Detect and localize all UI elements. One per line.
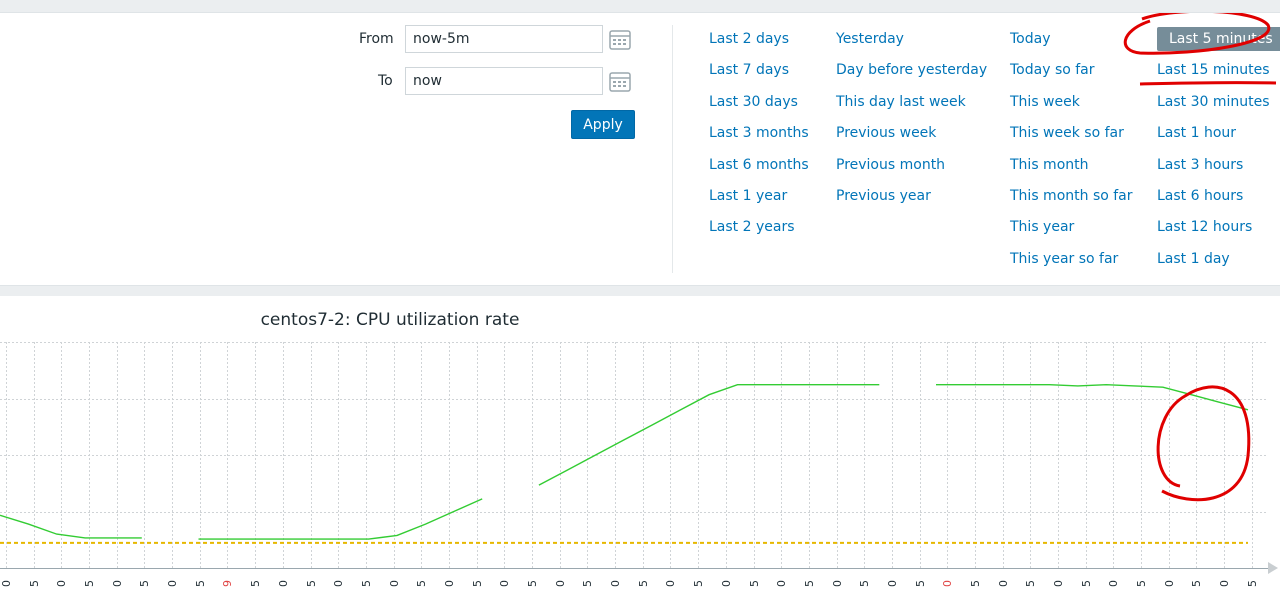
- x-tick-label: 0: [664, 580, 677, 587]
- cpu-utilization-graph: 0 5 0 5 0 5 0 5 9 5 0 5 0 5 0 5 0 5 0 5 0 5 0 5 0 5 0 5 0 5 0 5 0 5 0 5 0 5 0 5…: [0, 342, 1278, 587]
- x-tick-label: 0: [720, 580, 733, 587]
- x-tick-label: 0: [886, 580, 899, 587]
- quick-range-last-3-months[interactable]: Last 3 months: [709, 125, 809, 141]
- x-tick-label: 5: [1246, 580, 1259, 587]
- x-tick-label: 5: [637, 580, 650, 587]
- quick-range-last-2-years[interactable]: Last 2 years: [709, 219, 795, 235]
- x-tick-label: 5: [858, 580, 871, 587]
- x-tick-label: 0: [1052, 580, 1065, 587]
- x-tick-label: 5: [249, 580, 262, 587]
- quick-range-last-7-days[interactable]: Last 7 days: [709, 62, 789, 78]
- x-tick-label: 0: [1218, 580, 1231, 587]
- x-tick-label: 5: [969, 580, 982, 587]
- x-tick-label: 0: [609, 580, 622, 587]
- apply-button[interactable]: Apply: [571, 110, 635, 139]
- x-tick-label: 5: [194, 580, 207, 587]
- x-tick-label: 0: [941, 580, 954, 587]
- x-tick-label: 5: [1024, 580, 1037, 587]
- from-label: From: [359, 31, 394, 47]
- x-tick-label: 5: [83, 580, 96, 587]
- x-tick-label: 0: [1163, 580, 1176, 587]
- quick-range-last-15-minutes[interactable]: Last 15 minutes: [1157, 62, 1270, 78]
- quick-range-last-12-hours[interactable]: Last 12 hours: [1157, 219, 1252, 235]
- quick-range-yesterday[interactable]: Yesterday: [836, 31, 904, 47]
- x-tick-label: 0: [388, 580, 401, 587]
- quick-range-previous-year[interactable]: Previous year: [836, 188, 931, 204]
- quick-range-today-so-far[interactable]: Today so far: [1010, 62, 1095, 78]
- x-tick-label: 9: [221, 580, 234, 587]
- quick-range-last-1-hour[interactable]: Last 1 hour: [1157, 125, 1236, 141]
- x-tick-label: 0: [831, 580, 844, 587]
- x-tick-label: 5: [471, 580, 484, 587]
- quick-range-last-6-hours[interactable]: Last 6 hours: [1157, 188, 1243, 204]
- divider: [672, 25, 673, 273]
- x-tick-label: 5: [692, 580, 705, 587]
- quick-range-today[interactable]: Today: [1010, 31, 1051, 47]
- quick-range-last-2-days[interactable]: Last 2 days: [709, 31, 789, 47]
- quick-range-this-year-so-far[interactable]: This year so far: [1010, 251, 1118, 267]
- x-tick-label: 0: [443, 580, 456, 587]
- to-label: To: [378, 73, 393, 89]
- x-tick-label: 5: [1080, 580, 1093, 587]
- quick-range-last-6-months[interactable]: Last 6 months: [709, 157, 809, 173]
- quick-range-day-before-yesterday[interactable]: Day before yesterday: [836, 62, 987, 78]
- x-tick-label: 0: [55, 580, 68, 587]
- quick-range-previous-month[interactable]: Previous month: [836, 157, 945, 173]
- x-tick-label: 5: [138, 580, 151, 587]
- cpu-series-line: [198, 498, 483, 540]
- quick-range-this-month-so-far[interactable]: This month so far: [1010, 188, 1133, 204]
- x-tick-label: 0: [498, 580, 511, 587]
- annotation-overlay: [1123, 13, 1277, 86]
- x-tick-label: 0: [1107, 580, 1120, 587]
- x-tick-label: 5: [526, 580, 539, 587]
- x-tick-label: 0: [0, 580, 13, 587]
- x-tick-label: 0: [277, 580, 290, 587]
- x-tick-label: 5: [415, 580, 428, 587]
- x-tick-label: 0: [554, 580, 567, 587]
- quick-range-previous-week[interactable]: Previous week: [836, 125, 936, 141]
- quick-range-last-30-minutes[interactable]: Last 30 minutes: [1157, 94, 1270, 110]
- quick-range-this-month[interactable]: This month: [1010, 157, 1089, 173]
- calendar-icon[interactable]: [609, 29, 631, 51]
- quick-range-this-year[interactable]: This year: [1010, 219, 1074, 235]
- quick-range-last-30-days[interactable]: Last 30 days: [709, 94, 798, 110]
- annotation-underline: [1139, 81, 1277, 86]
- to-input[interactable]: [405, 67, 603, 95]
- cpu-series-line: [0, 514, 142, 539]
- x-tick-label: 5: [581, 580, 594, 587]
- x-tick-label: 0: [111, 580, 124, 587]
- quick-range-last-1-year[interactable]: Last 1 year: [709, 188, 787, 204]
- x-tick-label: 5: [1135, 580, 1148, 587]
- quick-range-last-1-day[interactable]: Last 1 day: [1157, 251, 1230, 267]
- from-input[interactable]: [405, 25, 603, 53]
- quick-range-last-5-minutes[interactable]: Last 5 minutes: [1157, 27, 1280, 51]
- x-axis-arrow: [1268, 562, 1278, 574]
- calendar-icon[interactable]: [609, 71, 631, 93]
- x-tick-label: 5: [803, 580, 816, 587]
- quick-range-this-week-so-far[interactable]: This week so far: [1010, 125, 1124, 141]
- time-filter-panel: From To Apply Last 2 days Last 7 days Last…: [0, 12, 1280, 286]
- x-tick-label: 5: [360, 580, 373, 587]
- x-tick-label: 0: [166, 580, 179, 587]
- quick-range-this-day-last-week[interactable]: This day last week: [836, 94, 966, 110]
- x-tick-label: 0: [775, 580, 788, 587]
- x-tick-label: 5: [748, 580, 761, 587]
- x-tick-label: 0: [332, 580, 345, 587]
- x-tick-label: 5: [914, 580, 927, 587]
- x-tick-label: 5: [305, 580, 318, 587]
- quick-range-last-3-hours[interactable]: Last 3 hours: [1157, 157, 1243, 173]
- annotation-circle: [1156, 385, 1251, 502]
- x-tick-label: 0: [997, 580, 1010, 587]
- x-tick-label: 5: [1190, 580, 1203, 587]
- quick-range-this-week[interactable]: This week: [1010, 94, 1080, 110]
- x-tick-label: 5: [28, 580, 41, 587]
